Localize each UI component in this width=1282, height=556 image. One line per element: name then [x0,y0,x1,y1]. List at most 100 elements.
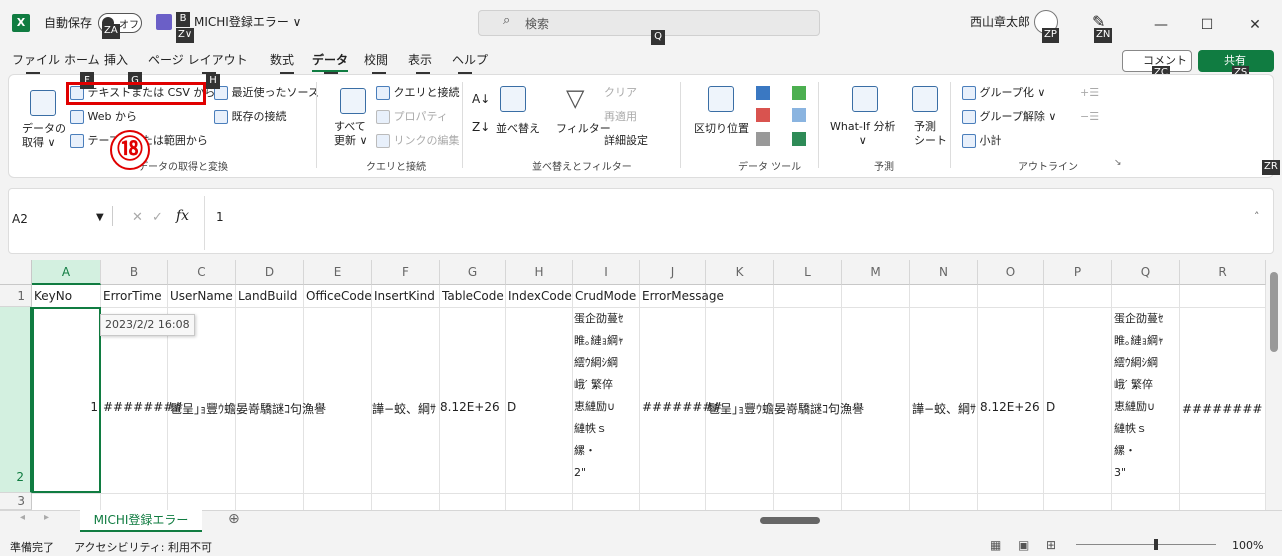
cell-n2[interactable]: 譁−蛟、綱ｻ [912,400,978,417]
zoom-slider[interactable] [1076,544,1216,545]
maximize-button[interactable]: ☐ [1184,10,1230,40]
refresh-all-button[interactable]: すべて 更新 ∨ [334,120,368,148]
sort-desc-icon[interactable]: Z↓ [472,120,490,134]
reapply-button[interactable]: 再適用 [604,110,637,124]
filter-button[interactable]: フィルター [556,122,611,136]
zoom-level[interactable]: 100% [1232,539,1263,552]
tab-view[interactable]: 表示 [408,50,432,70]
cell-r2[interactable]: ######## 髱 [1182,400,1266,417]
row-header[interactable]: 2 [0,307,32,493]
select-all-corner[interactable] [0,260,32,285]
column-header-r[interactable]: R [1180,260,1266,285]
cell-header-crudmode[interactable]: CrudMode [575,289,640,303]
consolidate-icon[interactable] [792,86,806,100]
subtotal-button[interactable]: 小計 [962,134,1002,148]
save-icon[interactable] [156,14,172,30]
column-header-i[interactable]: I [573,260,640,285]
expand-formula-icon[interactable]: ˄ [1254,210,1260,223]
cell-g2[interactable]: 8.12E+26 [440,400,500,414]
search-box[interactable]: ⌕ 検索 [478,10,820,36]
cell-header-username[interactable]: UserName [170,289,236,303]
cell-header-keyno[interactable]: KeyNo [34,289,101,303]
dialog-launcher-icon[interactable]: ↘ [1114,156,1122,170]
recent-sources-button[interactable]: 最近使ったソース [214,86,319,100]
forecast-sheet-button[interactable]: 予測 シート [914,120,947,148]
from-web-button[interactable]: Web から [70,110,137,124]
data-validation-icon[interactable] [756,132,770,146]
page-layout-icon[interactable]: ▣ [1018,538,1029,552]
properties-button[interactable]: プロパティ [376,110,448,124]
column-header-c[interactable]: C [168,260,236,285]
cell-o2[interactable]: 8.12E+26 [980,400,1040,414]
column-header-k[interactable]: K [706,260,774,285]
what-if-button[interactable]: What-If 分析 ∨ [830,120,895,148]
cell-h2[interactable]: D [507,400,516,414]
column-header-f[interactable]: F [372,260,440,285]
tab-help[interactable]: ヘルプ [452,50,488,70]
column-header-p[interactable]: P [1044,260,1112,285]
page-break-icon[interactable]: ⊞ [1046,538,1056,552]
cancel-icon[interactable]: ✕ [132,210,143,225]
group-button[interactable]: グループ化 ∨ [962,86,1045,100]
tab-page-layout[interactable]: ページ レイアウト [148,50,248,70]
row-header[interactable]: 1 [0,285,32,307]
chevron-down-icon[interactable]: ▼ [96,212,104,223]
cell-k2[interactable]: 髱呈｣ｮ豐ｳ蟾晏嵜驕謎ｺ句漁譽 [708,400,864,417]
existing-connections-button[interactable]: 既存の接続 [214,110,287,124]
ungroup-button[interactable]: グループ解除 ∨ [962,110,1056,124]
column-header-o[interactable]: O [978,260,1044,285]
user-name[interactable]: 西山章太郎 [970,12,1030,32]
column-header-b[interactable]: B [101,260,168,285]
prev-sheet-icon[interactable]: ◂ [20,512,25,523]
cell-i2[interactable]: 蛋企劭蔓ｾ 睢｡縺ｮ綱ｬ 繧ｳ綱ｼ綱 峨′ 繁倅 恵縺励∪ 縺帙ｓ 縲・ 2" [574,308,624,484]
tab-home[interactable]: ホーム [64,50,100,70]
show-detail-icon[interactable]: +☰ [1080,86,1099,100]
cell-q2[interactable]: 蛋企劭蔓ｾ 睢｡縺ｮ綱ｬ 繧ｳ綱ｼ綱 峨′ 繁倅 恵縺励∪ 縺帙ｓ 縲・ 3" [1114,308,1164,484]
cell-header-errortime[interactable]: ErrorTime [103,289,168,303]
scrollbar-thumb[interactable] [1270,272,1278,352]
formula-input[interactable]: 1 [216,210,224,224]
data-model-icon[interactable] [792,132,806,146]
sort-asc-icon[interactable]: A↓ [472,92,490,106]
tab-data[interactable]: データ [312,50,349,72]
add-sheet-button[interactable]: ⊕ [228,511,240,527]
cell-header-indexcode[interactable]: IndexCode [508,289,573,303]
fx-icon[interactable]: fx [176,208,189,224]
cell-header-officecode[interactable]: OfficeCode [306,289,372,303]
accessibility-status[interactable]: アクセシビリティ: 利用不可 [74,539,212,555]
next-sheet-icon[interactable]: ▸ [44,512,49,523]
sheet-tab-active[interactable]: MICHI登録エラー [80,510,202,532]
column-header-a[interactable]: A [32,260,101,285]
cell-c2[interactable]: 髱呈｣ｮ豐ｳ蟾晏嵜驕謎ｺ句漁譽 [170,400,326,417]
normal-view-icon[interactable]: ▦ [990,538,1001,552]
column-header-q[interactable]: Q [1112,260,1180,285]
minimize-button[interactable]: — [1138,10,1184,40]
column-header-l[interactable]: L [774,260,842,285]
queries-connections-button[interactable]: クエリと接続 [376,86,460,100]
cell-header-errormessage[interactable]: ErrorMessage [642,289,842,303]
close-button[interactable]: ✕ [1232,10,1278,40]
document-title[interactable]: MICHI登録エラー ∨ [194,12,301,32]
relationships-icon[interactable] [792,108,806,122]
cell-p2[interactable]: D [1046,400,1055,414]
get-data-button[interactable]: データの 取得 ∨ [22,122,66,150]
cell-f2[interactable]: 譁−蛟、綱ｻ [372,400,438,417]
edit-links-button[interactable]: リンクの編集 [376,134,460,148]
vertical-scrollbar[interactable] [1266,260,1282,510]
cell-header-insertkind[interactable]: InsertKind [374,289,440,303]
tab-file[interactable]: ファイル [12,50,60,70]
tab-review[interactable]: 校閲 [364,50,388,70]
clear-button[interactable]: クリア [604,86,637,100]
zoom-slider-thumb[interactable] [1154,539,1158,550]
tab-insert[interactable]: 挿入 [104,50,128,70]
column-header-n[interactable]: N [910,260,978,285]
horizontal-scrollbar[interactable] [760,517,820,524]
column-header-g[interactable]: G [440,260,506,285]
cell-header-tablecode[interactable]: TableCode [442,289,506,303]
name-box[interactable]: A2 [12,212,28,226]
advanced-button[interactable]: 詳細設定 [604,134,648,148]
tab-formulas[interactable]: 数式 [270,50,294,70]
flash-fill-icon[interactable] [756,86,770,100]
remove-duplicates-icon[interactable] [756,108,770,122]
column-header-m[interactable]: M [842,260,910,285]
